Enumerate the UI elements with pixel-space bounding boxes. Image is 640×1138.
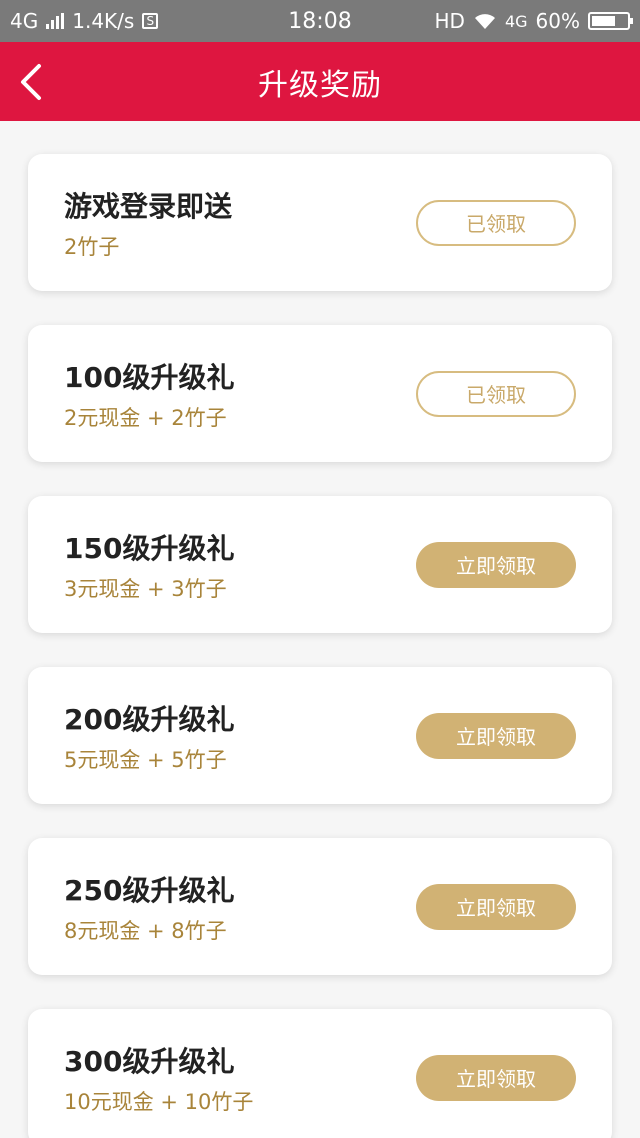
chevron-left-icon (21, 63, 41, 100)
reward-card: 游戏登录即送 2竹子 已领取 (28, 154, 612, 291)
claim-button[interactable]: 立即领取 (416, 1054, 576, 1101)
signal-icon (46, 13, 65, 29)
reward-title: 150级升级礼 (64, 531, 235, 565)
reward-title: 游戏登录即送 (64, 189, 233, 223)
network2-label: 4G (504, 11, 528, 31)
s-app-icon: S (142, 13, 159, 29)
wifi-icon (474, 14, 495, 29)
reward-subtitle: 8元现金 + 8竹子 (64, 918, 227, 943)
status-time: 18:08 (288, 8, 352, 34)
claim-button[interactable]: 立即领取 (416, 712, 576, 759)
claim-button[interactable]: 立即领取 (416, 541, 576, 588)
hd-label: HD (434, 9, 465, 33)
reward-title: 300级升级礼 (64, 1044, 235, 1078)
claimed-button[interactable]: 已领取 (416, 199, 576, 246)
reward-subtitle: 3元现金 + 3竹子 (64, 576, 227, 601)
reward-list: 游戏登录即送 2竹子 已领取 100级升级礼 2元现金 + 2竹子 已领取 15… (0, 121, 640, 1138)
reward-card: 200级升级礼 5元现金 + 5竹子 立即领取 (28, 667, 612, 804)
reward-card: 150级升级礼 3元现金 + 3竹子 立即领取 (28, 496, 612, 633)
reward-title: 100级升级礼 (64, 360, 235, 394)
claim-button[interactable]: 立即领取 (416, 883, 576, 930)
reward-card: 300级升级礼 10元现金 + 10竹子 立即领取 (28, 1009, 612, 1138)
battery-icon (588, 12, 633, 30)
header-bar: 升级奖励 (0, 42, 640, 121)
reward-subtitle: 5元现金 + 5竹子 (64, 747, 227, 772)
status-left: 4G 1.4K/s S (10, 9, 159, 33)
reward-card: 100级升级礼 2元现金 + 2竹子 已领取 (28, 325, 612, 462)
page-title: 升级奖励 (258, 67, 382, 103)
reward-card: 250级升级礼 8元现金 + 8竹子 立即领取 (28, 838, 612, 975)
back-button[interactable] (14, 62, 54, 102)
network-speed: 1.4K/s (72, 9, 135, 33)
reward-title: 200级升级礼 (64, 702, 235, 736)
reward-subtitle: 2竹子 (64, 234, 120, 259)
reward-subtitle: 2元现金 + 2竹子 (64, 405, 227, 430)
network-label: 4G (10, 9, 39, 33)
status-bar: 4G 1.4K/s S 18:08 HD 4G 60% (0, 0, 640, 42)
reward-subtitle: 10元现金 + 10竹子 (64, 1089, 254, 1114)
status-right: HD 4G 60% (434, 9, 633, 33)
claimed-button[interactable]: 已领取 (416, 370, 576, 417)
battery-percent: 60% (535, 9, 580, 33)
reward-title: 250级升级礼 (64, 873, 235, 907)
